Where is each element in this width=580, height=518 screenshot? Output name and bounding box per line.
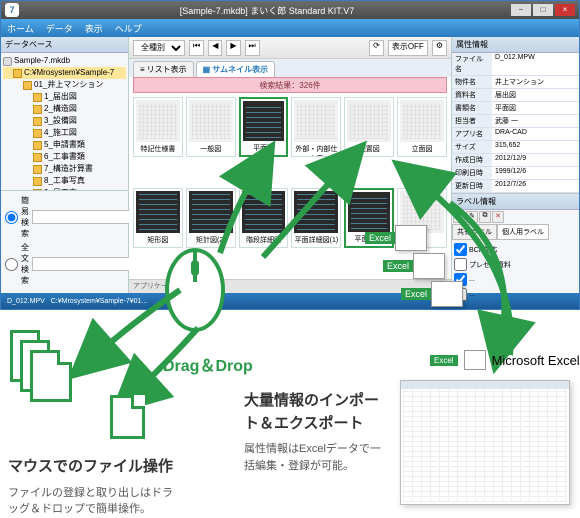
fulltext-search-label: 全文検索 bbox=[21, 242, 29, 286]
excel-screenshot bbox=[400, 380, 570, 505]
close-button[interactable]: × bbox=[555, 4, 575, 16]
label-add-button[interactable]: + bbox=[453, 211, 465, 223]
fulltext-search-radio[interactable] bbox=[5, 258, 18, 271]
simple-search-label: 簡易検索 bbox=[21, 195, 29, 239]
label-item[interactable]: ... bbox=[454, 272, 577, 287]
search-panel: 簡易検索 全文検索 bbox=[1, 190, 128, 293]
property-row: アプリ名DRA-CAD bbox=[452, 128, 579, 141]
thumbnail[interactable]: 立面図 bbox=[397, 97, 447, 157]
tree-item[interactable]: 1_届出図 bbox=[3, 91, 126, 103]
label-panel: ラベル情報 + ✎ ⧉ ✕ 共有ラベル 個人用ラベル BCP対応プレゼン資料..… bbox=[452, 193, 579, 304]
label-item[interactable]: プレゼン資料 bbox=[454, 257, 577, 272]
textoff-button[interactable]: 表示OFF bbox=[388, 40, 428, 56]
thumbnail[interactable]: 特記仕様書 bbox=[133, 97, 183, 157]
label-item[interactable]: BCP対応 bbox=[454, 242, 577, 257]
tree-item[interactable]: Sample-7.mkdb bbox=[3, 55, 126, 67]
tree-item[interactable]: 01_井上マンション bbox=[3, 79, 126, 91]
thumbnail[interactable]: 一般図 bbox=[186, 97, 236, 157]
sidebar-title: データベース bbox=[1, 37, 128, 53]
properties-panel: 属性情報 ファイル名D_012.MPW物件名井上マンション資料名届出図書類名平面… bbox=[451, 37, 579, 293]
menu-view[interactable]: 表示 bbox=[85, 22, 103, 35]
caption-import: 大量情報のインポート＆エクスポート 属性情報はExcelデータで一括編集・登録が… bbox=[244, 390, 389, 474]
fulltext-search-input[interactable] bbox=[32, 257, 144, 271]
thumbnail[interactable]: 平面図 bbox=[239, 97, 289, 157]
tab-thumbnail[interactable]: ▦サムネイル表示 bbox=[196, 61, 275, 77]
property-row: 更新日時2012/7/26 bbox=[452, 180, 579, 193]
arrow-icon bbox=[120, 320, 205, 408]
tree[interactable]: Sample-7.mkdbC:¥Mrosystem¥Sample-701_井上マ… bbox=[1, 53, 128, 190]
property-row: サイズ315,652 bbox=[452, 141, 579, 154]
nav-first-button[interactable]: ⏮ bbox=[189, 40, 204, 56]
window-title: [Sample-7.mkdb] まいく郎 Standard KIT.V7 bbox=[23, 4, 511, 17]
thumbnail[interactable]: 配置図 bbox=[344, 97, 394, 157]
view-tabs: ≡リスト表示 ▦サムネイル表示 bbox=[129, 59, 451, 77]
label-delete-button[interactable]: ✕ bbox=[492, 211, 504, 223]
list-icon: ≡ bbox=[140, 65, 145, 74]
tab-list[interactable]: ≡リスト表示 bbox=[133, 61, 194, 77]
nav-next-button[interactable]: ▶ bbox=[226, 40, 240, 56]
label-item[interactable]: ... bbox=[454, 287, 577, 302]
menu-home[interactable]: ホーム bbox=[7, 22, 34, 35]
status-path: C:¥Mrosystem¥Sample-7¥01... bbox=[51, 298, 147, 305]
menu-help[interactable]: ヘルプ bbox=[115, 22, 142, 35]
label-edit-button[interactable]: ✎ bbox=[466, 211, 478, 223]
thumbnail[interactable]: 矩計図(2) bbox=[186, 188, 236, 248]
thumbnail[interactable]: 外部・内部仕上表 bbox=[291, 97, 341, 157]
dragdrop-label: Drag＆Drop bbox=[163, 352, 253, 376]
simple-search-radio[interactable] bbox=[5, 211, 18, 224]
tree-item[interactable]: 6_工事書類 bbox=[3, 151, 126, 163]
property-row: 物件名井上マンション bbox=[452, 76, 579, 89]
status-file: D_012.MPV bbox=[7, 298, 45, 305]
thumbnail[interactable]: 平面図(2) bbox=[344, 188, 394, 248]
result-count-bar: 検索結果：326件 bbox=[133, 77, 447, 93]
property-row: 書類名平面図 bbox=[452, 102, 579, 115]
tree-item[interactable]: 4_施工図 bbox=[3, 127, 126, 139]
label-panel-title: ラベル情報 bbox=[452, 194, 579, 210]
app-window: 7 [Sample-7.mkdb] まいく郎 Standard KIT.V7 −… bbox=[0, 0, 580, 310]
tree-item[interactable]: 5_申請書類 bbox=[3, 139, 126, 151]
menubar: ホーム データ 表示 ヘルプ bbox=[1, 19, 579, 37]
main-area: 全種別 ⏮ ◀ ▶ ⏭ ⟳ 表示OFF ⚙ ≡リスト表示 ▦サムネイル表示 検索… bbox=[129, 37, 451, 293]
thumbnail[interactable]: 平面詳細図(1) bbox=[291, 188, 341, 248]
tree-item[interactable]: 7_構造計算書 bbox=[3, 163, 126, 175]
file-icon bbox=[110, 395, 145, 439]
thumbnail-grid: 特記仕様書一般図平面図外部・内部仕上表配置図立面図矩形図矩計図(2)階段詳細図平… bbox=[129, 93, 451, 279]
property-row: ファイル名D_012.MPW bbox=[452, 53, 579, 76]
app-logo: 7 bbox=[5, 3, 19, 17]
tree-item[interactable]: 3_設備図 bbox=[3, 115, 126, 127]
caption-mouse: マウスでのファイル操作 ファイルの登録と取り出しはドラッグ＆ドロップで簡単操作。 bbox=[8, 456, 183, 518]
titlebar: 7 [Sample-7.mkdb] まいく郎 Standard KIT.V7 −… bbox=[1, 1, 579, 19]
file-stack-icon bbox=[10, 330, 80, 400]
personal-label-tab[interactable]: 個人用ラベル bbox=[497, 224, 549, 240]
thumbnail[interactable]: 階段詳細図 bbox=[239, 188, 289, 248]
application-bar: アプリケーション bbox=[129, 279, 451, 293]
simple-search-input[interactable] bbox=[32, 210, 144, 224]
menu-data[interactable]: データ bbox=[46, 22, 73, 35]
properties-title: 属性情報 bbox=[452, 37, 579, 53]
maximize-button[interactable]: □ bbox=[533, 4, 553, 16]
settings-button[interactable]: ⚙ bbox=[432, 40, 447, 56]
property-row: 担当者武藤 一 bbox=[452, 115, 579, 128]
property-row: 作成日時2012/12/9 bbox=[452, 154, 579, 167]
grid-icon: ▦ bbox=[203, 65, 211, 74]
sidebar: データベース Sample-7.mkdbC:¥Mrosystem¥Sample-… bbox=[1, 37, 129, 293]
label-copy-button[interactable]: ⧉ bbox=[479, 211, 491, 223]
tree-item[interactable]: 8_工事写真 bbox=[3, 175, 126, 187]
thumbnail[interactable]: 矩形図 bbox=[133, 188, 183, 248]
minimize-button[interactable]: − bbox=[511, 4, 531, 16]
shared-label-tab[interactable]: 共有ラベル bbox=[452, 224, 497, 240]
refresh-button[interactable]: ⟳ bbox=[369, 40, 384, 56]
property-row: 資料名届出図 bbox=[452, 89, 579, 102]
toolbar: 全種別 ⏮ ◀ ▶ ⏭ ⟳ 表示OFF ⚙ bbox=[129, 37, 451, 59]
type-select[interactable]: 全種別 bbox=[133, 40, 185, 56]
tree-item[interactable]: 2_構造図 bbox=[3, 103, 126, 115]
nav-prev-button[interactable]: ◀ bbox=[208, 40, 222, 56]
tree-item[interactable]: C:¥Mrosystem¥Sample-7 bbox=[3, 67, 126, 79]
nav-last-button[interactable]: ⏭ bbox=[245, 40, 260, 56]
thumbnail[interactable] bbox=[397, 188, 447, 248]
ms-excel-label: Excel Microsoft Excel bbox=[430, 350, 580, 370]
property-row: 印刷日時1999/12/6 bbox=[452, 167, 579, 180]
